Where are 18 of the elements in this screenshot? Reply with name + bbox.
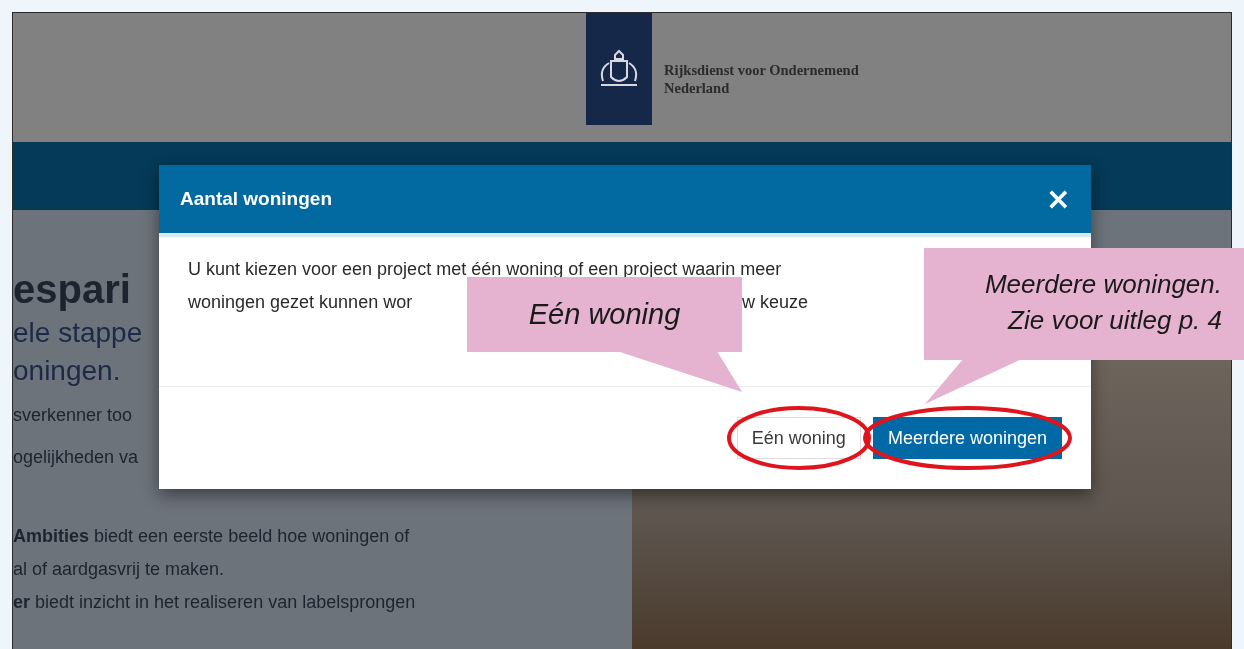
primary-button[interactable]: Meerdere woningen (872, 417, 1062, 459)
page-subheading: ele stappe (13, 316, 143, 350)
page-subheading: oningen. (13, 354, 121, 388)
paragraph-text: Ambities biedt een eerste beeld hoe woningen of (13, 525, 410, 548)
organization-name: Rijksdienst voor Ondernemend (664, 61, 859, 79)
intro-text: sverkenner too (13, 404, 133, 427)
intro-text: ogelijkheden va (13, 446, 139, 469)
dialog-title: Aantal woningen (180, 188, 332, 210)
dialog-text: w keuze (742, 291, 809, 314)
dialog-text: woningen gezet kunnen wor (188, 291, 413, 314)
callout-text: Eén woning (528, 298, 681, 331)
page-heading: espari (13, 266, 131, 313)
close-button[interactable]: × (1041, 178, 1075, 220)
callout-text: Meerdere woningen. Zie voor uitleg p. 4 (983, 268, 1222, 337)
paragraph-text: al of aardgasvrij te maken. (13, 558, 225, 581)
paragraph-text: er biedt inzicht in het realiseren van labelsprongen (13, 591, 416, 614)
organization-name: Nederland (664, 79, 731, 97)
secondary-button[interactable]: Eén woning (736, 417, 861, 459)
